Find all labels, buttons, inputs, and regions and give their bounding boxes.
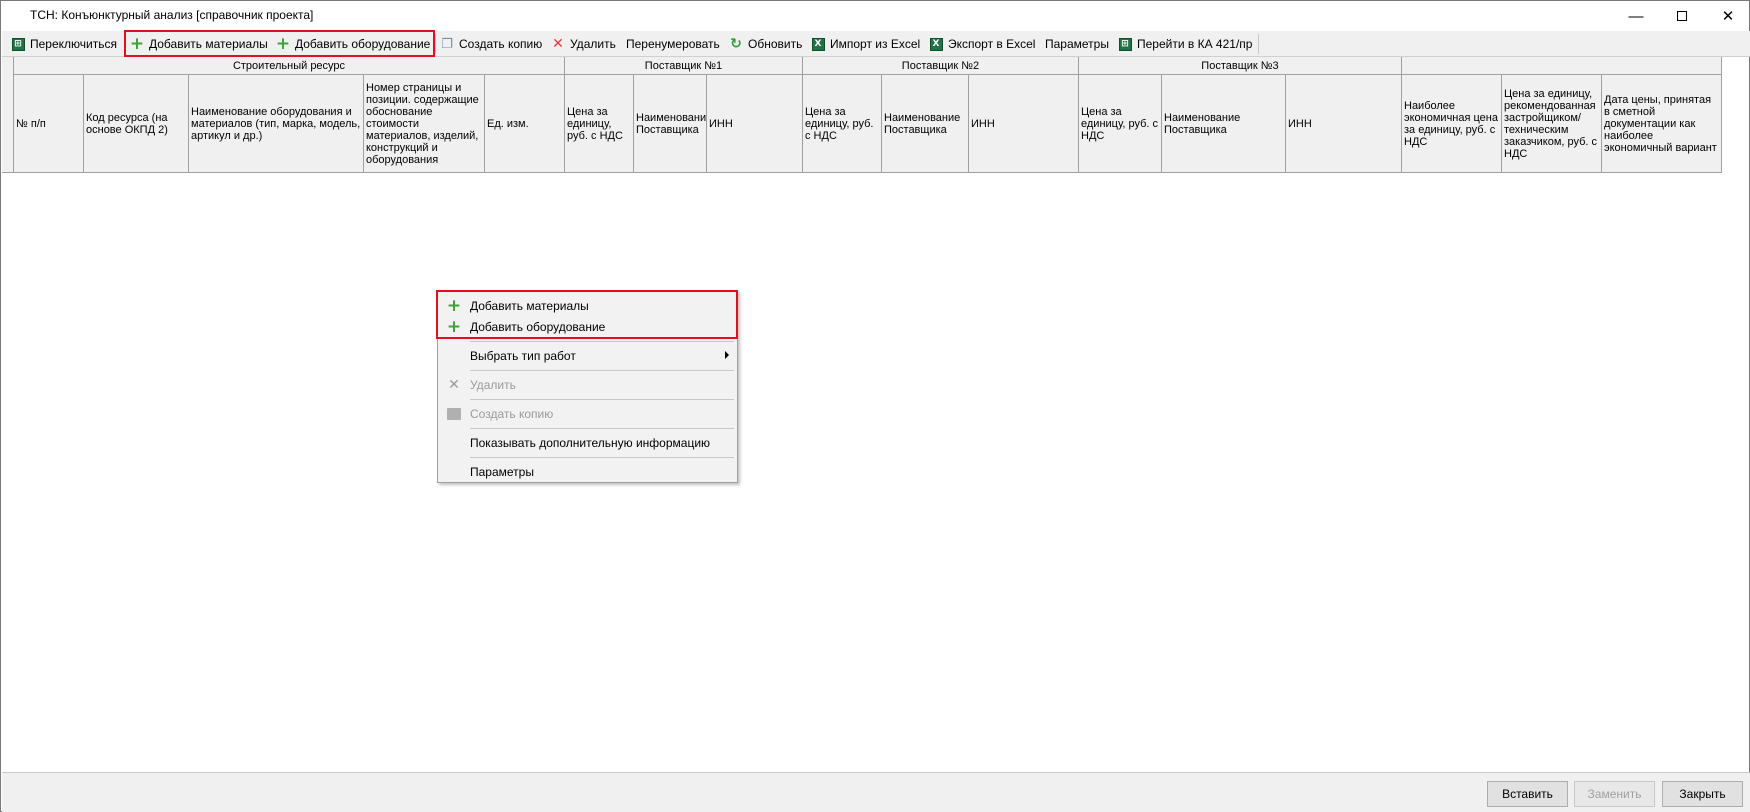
ctx-show-more-info-label: Показывать дополнительную информацию xyxy=(470,436,711,450)
excel-icon: X xyxy=(811,37,825,51)
ctx-create-copy: Создать копию xyxy=(440,403,735,425)
renumber-label: Перенумеровать xyxy=(626,37,720,51)
ctx-parameters-label: Параметры xyxy=(470,465,534,479)
highlight-box-context-menu xyxy=(436,290,738,339)
row-indicator-header xyxy=(2,57,14,173)
ctx-select-work-type-label: Выбрать тип работ xyxy=(470,349,576,363)
group-header-supplier3: Поставщик №3 xyxy=(1079,57,1402,75)
refresh-button[interactable]: ↻ Обновить xyxy=(729,33,802,55)
ctx-show-more-info[interactable]: Показывать дополнительную информацию xyxy=(440,432,735,454)
column-header-resource-code[interactable]: Код ресурса (на основе ОКПД 2) xyxy=(84,75,189,173)
refresh-label: Обновить xyxy=(748,37,803,51)
bottom-bar: Вставить Заменить Закрыть xyxy=(2,772,1750,812)
calculator-icon: ⊞ xyxy=(11,37,25,51)
delete-button[interactable]: ✕ Удалить xyxy=(551,33,616,55)
ctx-parameters[interactable]: Параметры xyxy=(440,461,735,483)
highlight-box-toolbar xyxy=(124,30,435,57)
grid-body[interactable] xyxy=(2,174,1750,771)
column-header-item-name[interactable]: Наименование оборудования и материалов (… xyxy=(189,75,364,173)
ctx-delete-label: Удалить xyxy=(470,378,516,392)
excel-icon: X xyxy=(929,37,943,51)
column-header-s1-inn[interactable]: ИНН xyxy=(707,75,803,173)
import-excel-label: Импорт из Excel xyxy=(830,37,921,51)
goto-ka-label: Перейти в КА 421/пр xyxy=(1137,37,1253,51)
refresh-icon: ↻ xyxy=(730,36,742,52)
delete-x-icon: ✕ xyxy=(448,377,460,393)
close-window-button[interactable]: ✕ xyxy=(1705,1,1750,31)
column-header-price-date[interactable]: Дата цены, принятая в сметной документац… xyxy=(1602,75,1722,173)
column-header-s3-price[interactable]: Цена за единицу, руб. с НДС xyxy=(1079,75,1162,173)
export-excel-label: Экспорт в Excel xyxy=(948,37,1036,51)
insert-button[interactable]: Вставить xyxy=(1487,781,1568,807)
renumber-button[interactable]: Перенумеровать xyxy=(626,33,720,55)
close-button[interactable]: Закрыть xyxy=(1662,781,1743,807)
column-header-best-price[interactable]: Наиболее экономичная цена за единицу, ру… xyxy=(1402,75,1502,173)
goto-ka-button[interactable]: ⊞ Перейти в КА 421/пр xyxy=(1118,33,1252,55)
group-header-supplier2: Поставщик №2 xyxy=(803,57,1079,75)
ctx-select-work-type[interactable]: Выбрать тип работ xyxy=(440,345,735,367)
parameters-button[interactable]: Параметры xyxy=(1045,33,1109,55)
delete-label: Удалить xyxy=(570,37,616,51)
column-header-s2-inn[interactable]: ИНН xyxy=(969,75,1079,173)
import-excel-button[interactable]: X Импорт из Excel xyxy=(811,33,920,55)
menu-separator xyxy=(470,457,734,458)
minimize-button[interactable]: — xyxy=(1613,1,1659,31)
resource-grid: Строительный ресурс Поставщик №1 Поставщ… xyxy=(2,57,1722,173)
toolbar-separator xyxy=(1258,34,1259,54)
replace-button: Заменить xyxy=(1574,781,1655,807)
app-window: ТСН: Конъюнктурный анализ [справочник пр… xyxy=(0,0,1750,812)
minimize-icon: — xyxy=(1628,7,1644,25)
menu-separator xyxy=(470,428,734,429)
column-header-number[interactable]: № п/п xyxy=(14,75,84,173)
switch-button[interactable]: ⊞ Переключиться xyxy=(11,33,117,55)
delete-x-icon: ✕ xyxy=(552,36,564,52)
export-excel-button[interactable]: X Экспорт в Excel xyxy=(929,33,1035,55)
column-header-unit[interactable]: Ед. изм. xyxy=(485,75,565,173)
toolbar-separator xyxy=(435,34,436,54)
group-header-resource: Строительный ресурс xyxy=(14,57,565,75)
copy-icon: ❐ xyxy=(441,36,453,52)
ctx-create-copy-label: Создать копию xyxy=(470,407,554,421)
calculator-icon: ⊞ xyxy=(1118,37,1132,51)
group-header-blank xyxy=(1402,57,1722,75)
column-header-s2-price[interactable]: Цена за единицу, руб. с НДС xyxy=(803,75,882,173)
column-header-s3-inn[interactable]: ИНН xyxy=(1286,75,1402,173)
create-copy-label: Создать копию xyxy=(459,37,543,51)
maximize-button[interactable] xyxy=(1659,1,1705,31)
column-header-s1-name[interactable]: Наименование Поставщика xyxy=(634,75,707,173)
submenu-arrow-icon xyxy=(725,351,729,359)
column-header-s3-name[interactable]: Наименование Поставщика xyxy=(1162,75,1286,173)
menu-separator xyxy=(470,399,734,400)
copy-icon xyxy=(444,408,464,420)
window-title: ТСН: Конъюнктурный анализ [справочник пр… xyxy=(30,8,314,22)
title-bar: ТСН: Конъюнктурный анализ [справочник пр… xyxy=(1,1,1749,31)
menu-separator xyxy=(470,341,734,342)
column-header-s2-name[interactable]: Наименование Поставщика xyxy=(882,75,969,173)
create-copy-button[interactable]: ❐ Создать копию xyxy=(440,33,542,55)
column-header-page-number[interactable]: Номер страницы и позиции. содержащие обо… xyxy=(364,75,485,173)
switch-label: Переключиться xyxy=(30,37,117,51)
maximize-icon xyxy=(1677,11,1687,21)
close-icon: ✕ xyxy=(1721,8,1735,25)
column-header-s1-price[interactable]: Цена за единицу, руб. с НДС xyxy=(565,75,634,173)
group-header-supplier1: Поставщик №1 xyxy=(565,57,803,75)
column-header-recommended-price[interactable]: Цена за единицу, рекомендованная застрой… xyxy=(1502,75,1602,173)
menu-separator xyxy=(470,370,734,371)
parameters-label: Параметры xyxy=(1045,37,1109,51)
ctx-delete: ✕ Удалить xyxy=(440,374,735,396)
